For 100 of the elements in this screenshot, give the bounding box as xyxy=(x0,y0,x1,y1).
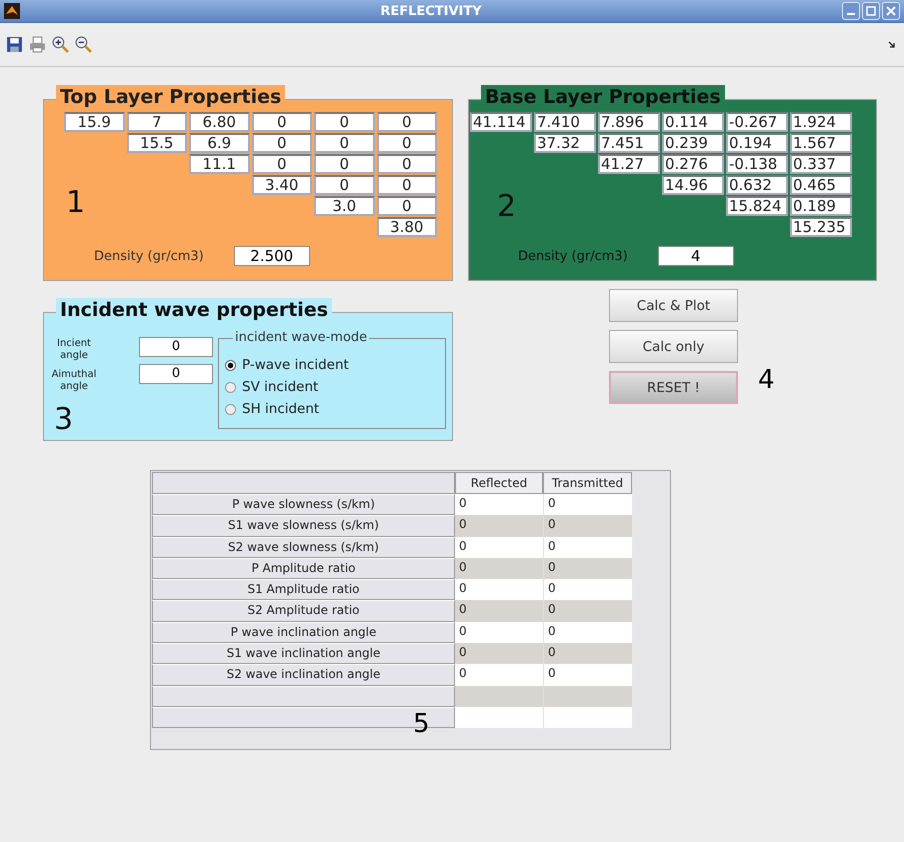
matrix-field[interactable]: 14.96 xyxy=(662,175,724,195)
table-cell: 0 xyxy=(543,622,632,644)
matrix-field[interactable]: 0 xyxy=(376,112,437,132)
radio-button[interactable] xyxy=(225,382,236,392)
row-header: P wave slowness (s/km) xyxy=(152,494,455,516)
matrix-field[interactable]: 15.235 xyxy=(790,217,852,237)
matrix-field[interactable]: 0.337 xyxy=(790,154,852,174)
matrix-field[interactable]: 11.1 xyxy=(189,154,250,174)
matrix-field[interactable]: 7 xyxy=(126,112,187,132)
action-button[interactable]: Calc & Plot xyxy=(609,289,738,322)
matrix-field[interactable]: 0 xyxy=(314,112,374,132)
matrix-field[interactable]: 0 xyxy=(376,133,437,153)
matrix-field[interactable]: 1.924 xyxy=(790,112,852,132)
section-number: 4 xyxy=(758,365,775,397)
row-header: S2 wave inclination angle xyxy=(152,664,455,686)
minimize-button[interactable] xyxy=(842,2,860,20)
matrix-field[interactable]: 0.276 xyxy=(662,154,724,174)
matrix-field[interactable]: 3.80 xyxy=(376,217,437,237)
matrix-field[interactable]: 41.114 xyxy=(470,112,532,132)
matrix-field[interactable]: 15.824 xyxy=(726,196,788,216)
matrix-field[interactable]: 6.80 xyxy=(189,112,250,132)
matrix-field[interactable]: 0 xyxy=(376,196,437,216)
section-number: 5 xyxy=(413,709,430,739)
matrix-field[interactable]: 7.410 xyxy=(534,112,596,132)
panel-title: Top Layer Properties xyxy=(56,85,286,109)
table-cell: 0 xyxy=(455,600,543,622)
matrix-field[interactable]: 15.9 xyxy=(64,112,124,132)
matrix-field[interactable]: 37.32 xyxy=(534,133,596,153)
matrix-field[interactable]: 0 xyxy=(314,133,374,153)
column-header: Reflected xyxy=(455,472,543,494)
row-header: S1 Amplitude ratio xyxy=(152,579,455,600)
panel-title: Base Layer Properties xyxy=(481,85,725,109)
section-number: 1 xyxy=(66,188,86,218)
matrix-field[interactable]: 0.632 xyxy=(726,175,788,195)
table-cell: 0 xyxy=(543,579,632,600)
matrix-field[interactable]: 15.5 xyxy=(126,133,187,153)
close-button[interactable] xyxy=(882,2,900,20)
row-header: P Amplitude ratio xyxy=(152,558,455,580)
matrix-field[interactable]: 3.0 xyxy=(314,196,374,216)
matrix-field[interactable]: 0.194 xyxy=(726,133,788,153)
density-label: Density (gr/cm3) xyxy=(518,248,628,264)
radio-button[interactable] xyxy=(225,360,236,370)
matrix-field[interactable]: 7.896 xyxy=(598,112,660,132)
table-cell: 0 xyxy=(455,536,543,558)
radio-button[interactable] xyxy=(225,404,236,414)
table-cell: 0 xyxy=(543,536,632,558)
option-label[interactable]: P-wave incident xyxy=(242,357,349,373)
matrix-field[interactable]: 0 xyxy=(376,175,437,195)
density-label: Density (gr/cm3) xyxy=(94,248,204,264)
field-label: Aimuthal angle xyxy=(50,369,98,393)
section-number: 3 xyxy=(54,405,74,435)
maximize-button[interactable] xyxy=(862,2,880,20)
dock-icon[interactable] xyxy=(888,40,896,48)
matrix-field[interactable]: 0 xyxy=(314,175,374,195)
matrix-field[interactable]: 0 xyxy=(314,154,374,174)
table-cell: 0 xyxy=(543,600,632,622)
density-field[interactable]: 4 xyxy=(658,246,734,266)
table-cell: 0 xyxy=(455,664,543,686)
table-cell: 0 xyxy=(455,515,543,537)
matrix-field[interactable]: 0 xyxy=(252,112,312,132)
field-label: Incient angle xyxy=(56,338,92,362)
window-title: REFLECTIVITY xyxy=(379,4,483,18)
matrix-field[interactable]: 0.465 xyxy=(790,175,852,195)
row-header: S2 Amplitude ratio xyxy=(152,600,455,622)
matrix-field[interactable]: 0 xyxy=(376,154,437,174)
row-header: S2 wave slowness (s/km) xyxy=(152,536,455,558)
matrix-field[interactable]: -0.267 xyxy=(726,112,788,132)
option-label[interactable]: SH incident xyxy=(242,401,320,417)
matrix-field[interactable]: 6.9 xyxy=(189,133,250,153)
matrix-field[interactable]: 0 xyxy=(252,154,312,174)
table-cell: 0 xyxy=(455,622,543,644)
section-number: 2 xyxy=(497,192,516,222)
print-icon[interactable] xyxy=(29,36,46,53)
matrix-field[interactable]: 7.451 xyxy=(598,133,660,153)
row-header: S1 wave slowness (s/km) xyxy=(152,515,455,537)
action-button[interactable]: RESET ! xyxy=(609,371,738,404)
option-label[interactable]: SV incident xyxy=(242,379,318,395)
save-icon[interactable] xyxy=(6,36,23,53)
matrix-field[interactable]: 0.189 xyxy=(790,196,852,216)
matrix-field[interactable]: -0.138 xyxy=(726,154,788,174)
table-cell: 0 xyxy=(543,558,632,580)
action-button[interactable]: Calc only xyxy=(609,330,738,363)
zoom-in-icon[interactable] xyxy=(52,36,69,53)
matrix-field[interactable]: 0 xyxy=(252,133,312,153)
density-field[interactable]: 2.500 xyxy=(234,246,310,266)
app-icon xyxy=(4,3,20,19)
angle-field[interactable]: 0 xyxy=(139,337,213,357)
table-cell: 0 xyxy=(543,643,632,664)
matrix-field[interactable]: 0.239 xyxy=(662,133,724,153)
table-cell: 0 xyxy=(455,643,543,664)
table-cell: 0 xyxy=(455,494,543,516)
matrix-field[interactable]: 3.40 xyxy=(252,175,312,195)
matrix-field[interactable]: 0.114 xyxy=(662,112,724,132)
angle-field[interactable]: 0 xyxy=(139,364,213,384)
panel-title: Incident wave properties xyxy=(56,298,332,322)
matrix-field[interactable]: 41.27 xyxy=(598,154,660,174)
column-header: Transmitted xyxy=(543,472,632,494)
row-header: S1 wave inclination angle xyxy=(152,643,455,664)
matrix-field[interactable]: 1.567 xyxy=(790,133,852,153)
zoom-out-icon[interactable] xyxy=(75,36,92,53)
